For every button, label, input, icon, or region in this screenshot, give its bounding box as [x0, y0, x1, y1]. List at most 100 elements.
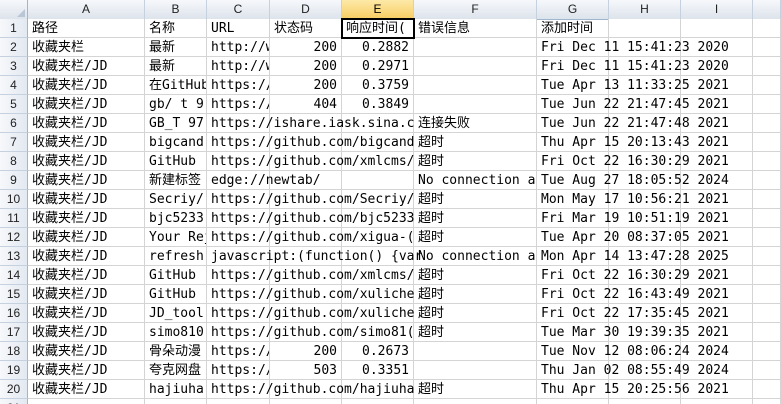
cell-g20[interactable]: Thu Apr 15 20:25:56 2021 [537, 380, 729, 399]
cell-a3[interactable]: 收藏夹栏/JD [28, 57, 145, 76]
cell-f15[interactable]: 超时 [414, 285, 537, 304]
cell-d19[interactable]: 503 [270, 361, 342, 380]
row-header[interactable]: 17 [0, 323, 28, 342]
spreadsheet-grid[interactable]: A B C D E F G H I 1 2 3 4 5 6 7 8 9 10 11 12 13 14 15 16 17 18 19 20… [0, 0, 781, 404]
cell-a20[interactable]: 收藏夹栏/JD [28, 380, 145, 399]
cell-c19[interactable]: https:// [207, 361, 270, 380]
cell-g14[interactable]: Fri Oct 22 16:30:29 2021 [537, 266, 729, 285]
row-header[interactable]: 16 [0, 304, 28, 323]
cell-f13[interactable]: No connection a [414, 247, 537, 266]
cell-b6[interactable]: GB_T 97 [145, 114, 207, 133]
cell-a7[interactable]: 收藏夹栏/JD [28, 133, 145, 152]
cell-c3[interactable]: http://w [207, 57, 270, 76]
row-header[interactable]: 15 [0, 285, 28, 304]
column-header-b[interactable]: B [145, 0, 207, 19]
cell-d2[interactable]: 200 [270, 38, 342, 57]
cell-b1[interactable]: 名称 [145, 19, 207, 38]
column-header-a[interactable]: A [28, 0, 145, 19]
cell-f19[interactable] [414, 361, 537, 380]
cell-b18[interactable]: 骨朵动漫 [145, 342, 207, 361]
row-header[interactable]: 12 [0, 228, 28, 247]
cell-g17[interactable]: Tue Mar 30 19:39:35 2021 [537, 323, 729, 342]
cell-f20[interactable]: 超时 [414, 380, 537, 399]
cell-c13[interactable]: javascript:(function() {var [207, 247, 422, 266]
cell-h21[interactable] [609, 399, 681, 404]
cell-g12[interactable]: Tue Apr 20 08:37:05 2021 [537, 228, 729, 247]
cell-f16[interactable]: 超时 [414, 304, 537, 323]
cell-d1[interactable]: 状态码 [270, 19, 342, 38]
cell-e3[interactable]: 0.2971 [342, 57, 414, 76]
column-header-e[interactable]: E [342, 0, 414, 19]
cell-b10[interactable]: Secriy/( [145, 190, 207, 209]
cell-e4[interactable]: 0.3759 [342, 76, 414, 95]
cell-a21[interactable] [28, 399, 145, 404]
cell-e9[interactable] [342, 171, 414, 190]
cell-d21[interactable] [270, 399, 342, 404]
cell-a11[interactable]: 收藏夹栏/JD [28, 209, 145, 228]
cell-g1[interactable]: 添加时间 [537, 19, 609, 38]
cell-a15[interactable]: 收藏夹栏/JD [28, 285, 145, 304]
cell-c8[interactable]: https://github.com/xmlcms/ [207, 152, 415, 171]
cell-c4[interactable]: https:// [207, 76, 270, 95]
cell-b13[interactable]: refresh [145, 247, 207, 266]
cell-g9[interactable]: Tue Aug 27 18:05:52 2024 [537, 171, 729, 190]
cell-b21[interactable] [145, 399, 207, 404]
cell-a10[interactable]: 收藏夹栏/JD [28, 190, 145, 209]
row-header[interactable]: 10 [0, 190, 28, 209]
column-header-g[interactable]: G [537, 0, 609, 19]
cell-f5[interactable] [414, 95, 537, 114]
cell-f1[interactable]: 错误信息 [414, 19, 537, 38]
cell-b4[interactable]: 在GitHub [145, 76, 207, 95]
row-header[interactable]: 14 [0, 266, 28, 285]
cell-f9[interactable]: No connection a [414, 171, 537, 190]
cell-f12[interactable]: 超时 [414, 228, 537, 247]
cell-e21[interactable] [342, 399, 414, 404]
row-header[interactable]: 1 [0, 19, 28, 38]
cell-i21[interactable] [681, 399, 753, 404]
cell-c16[interactable]: https://github.com/xuliche [207, 304, 415, 323]
row-header[interactable]: 4 [0, 76, 28, 95]
cell-c17[interactable]: https://github.com/simo81( [207, 323, 415, 342]
cell-f17[interactable]: 超时 [414, 323, 537, 342]
cell-e19[interactable]: 0.3351 [342, 361, 414, 380]
cell-b19[interactable]: 夸克网盘 [145, 361, 207, 380]
cell-g2[interactable]: Fri Dec 11 15:41:23 2020 [537, 38, 729, 57]
row-header[interactable]: 3 [0, 57, 28, 76]
cell-f10[interactable]: 超时 [414, 190, 537, 209]
select-all-corner[interactable] [0, 0, 28, 19]
cell-g5[interactable]: Tue Jun 22 21:47:45 2021 [537, 95, 729, 114]
cell-b5[interactable]: gb/ t 9 [145, 95, 207, 114]
row-header[interactable]: 21 [0, 399, 28, 404]
cell-b20[interactable]: hajiuha [145, 380, 207, 399]
cell-g16[interactable]: Fri Oct 22 17:35:45 2021 [537, 304, 729, 323]
cell-d4[interactable]: 200 [270, 76, 342, 95]
cell-c7[interactable]: https://github.com/bigcand [207, 133, 415, 152]
cell-g18[interactable]: Tue Nov 12 08:06:24 2024 [537, 342, 729, 361]
cell-c21[interactable] [207, 399, 270, 404]
cell-c1[interactable]: URL [207, 19, 270, 38]
cell-e2[interactable]: 0.2882 [342, 38, 414, 57]
cell-b2[interactable]: 最新 [145, 38, 207, 57]
cell-d3[interactable]: 200 [270, 57, 342, 76]
cell-h1[interactable] [609, 19, 681, 38]
cell-b16[interactable]: JD_tool: [145, 304, 207, 323]
cell-b7[interactable]: bigcand [145, 133, 207, 152]
column-header-h[interactable]: H [609, 0, 681, 19]
cell-a6[interactable]: 收藏夹栏/JD [28, 114, 145, 133]
cell-f6[interactable]: 连接失败 [414, 114, 537, 133]
cell-i1[interactable] [681, 19, 753, 38]
cell-g19[interactable]: Thu Jan 02 08:55:49 2024 [537, 361, 729, 380]
cell-f14[interactable]: 超时 [414, 266, 537, 285]
row-header[interactable]: 11 [0, 209, 28, 228]
cell-b11[interactable]: bjc5233 [145, 209, 207, 228]
cell-c5[interactable]: https:// [207, 95, 270, 114]
cell-b15[interactable]: GitHub - [145, 285, 207, 304]
cell-a17[interactable]: 收藏夹栏/JD [28, 323, 145, 342]
row-header[interactable]: 5 [0, 95, 28, 114]
cell-g6[interactable]: Tue Jun 22 21:47:48 2021 [537, 114, 729, 133]
cell-c15[interactable]: https://github.com/xuliche [207, 285, 415, 304]
cell-b17[interactable]: simo810 [145, 323, 207, 342]
cell-f11[interactable]: 超时 [414, 209, 537, 228]
cell-d18[interactable]: 200 [270, 342, 342, 361]
cell-d5[interactable]: 404 [270, 95, 342, 114]
